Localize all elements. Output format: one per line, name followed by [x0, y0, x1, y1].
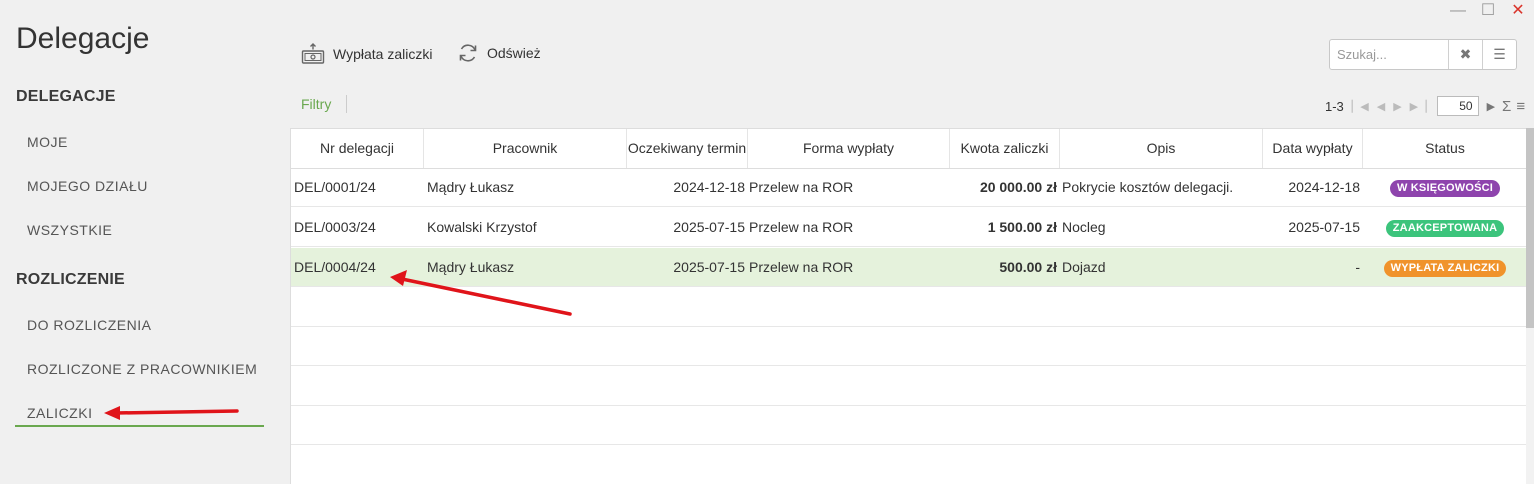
sidebar-item-rozliczone[interactable]: ROZLICZONE Z PRACOWNIKIEM: [27, 361, 257, 377]
sidebar-item-do-rozliczenia[interactable]: DO ROZLICZENIA: [27, 317, 151, 333]
refresh-icon: [459, 44, 477, 62]
cell-term: 2025-07-15: [673, 219, 745, 235]
cell-term: 2025-07-15: [673, 259, 745, 275]
app-title: Delegacje: [16, 22, 150, 55]
cell-employee: Mądry Łukasz: [427, 259, 515, 275]
page-size-input[interactable]: 50: [1436, 96, 1479, 116]
cell-amount: 20 000.00 zł: [979, 179, 1057, 195]
column-header-description[interactable]: Opis: [1060, 129, 1263, 168]
refresh-button[interactable]: Odśwież: [457, 42, 541, 64]
last-page-icon[interactable]: ▶▕: [1410, 100, 1427, 113]
next-page-disabled-icon[interactable]: ▶: [1393, 100, 1401, 113]
sidebar: Delegacje DELEGACJE MOJE MOJEGO DZIAŁU W…: [0, 0, 280, 484]
table-scrollbar[interactable]: [1526, 128, 1534, 484]
cell-description: Pokrycie kosztów delegacji.: [1062, 179, 1234, 195]
sidebar-item-mojego-dzialu[interactable]: MOJEGO DZIAŁU: [27, 178, 148, 194]
page-size-arrow-icon[interactable]: ▶: [1487, 100, 1495, 113]
cell-form: Przelew na ROR: [749, 259, 854, 275]
clear-search-icon[interactable]: ✖: [1448, 40, 1482, 69]
empty-row: [291, 327, 1527, 366]
status-badge: WYPŁATA ZALICZKI: [1383, 259, 1507, 277]
cell-nr: DEL/0003/24: [294, 219, 376, 235]
empty-row: [291, 406, 1527, 445]
money-icon: [301, 43, 325, 64]
empty-row: [291, 367, 1527, 406]
cell-status: ZAAKCEPTOWANA: [1363, 208, 1527, 247]
column-header-nr[interactable]: Nr delegacji: [291, 129, 424, 168]
cell-employee: Mądry Łukasz: [427, 179, 515, 195]
column-header-term[interactable]: Oczekiwany termin: [627, 129, 748, 168]
status-badge: W KSIĘGOWOŚCI: [1389, 179, 1501, 197]
scrollbar-thumb[interactable]: [1526, 128, 1534, 328]
table-row[interactable]: DEL/0003/24 Kowalski Krzystof 2025-07-15…: [291, 208, 1527, 247]
window-controls: — ☐ ✕: [1450, 2, 1526, 20]
minimize-icon[interactable]: —: [1450, 2, 1466, 20]
cell-nr: DEL/0001/24: [294, 179, 376, 195]
column-header-status[interactable]: Status: [1363, 129, 1527, 168]
cell-term: 2024-12-18: [673, 179, 745, 195]
empty-row: [291, 288, 1527, 327]
cell-form: Przelew na ROR: [749, 179, 854, 195]
search-input[interactable]: [1330, 40, 1448, 69]
cell-paid-date: 2024-12-18: [1288, 179, 1360, 195]
close-icon[interactable]: ✕: [1510, 2, 1526, 20]
cell-status: W KSIĘGOWOŚCI: [1363, 168, 1527, 207]
filters-link[interactable]: Filtry: [301, 96, 331, 112]
column-header-form[interactable]: Forma wypłaty: [748, 129, 950, 168]
first-page-icon[interactable]: ▏◀: [1352, 100, 1369, 113]
advances-table: Nr delegacji Pracownik Oczekiwany termin…: [290, 128, 1534, 484]
active-item-underline: [15, 425, 264, 427]
grid-menu-icon[interactable]: ≡: [1516, 98, 1525, 115]
pager-range: 1-3: [1325, 98, 1344, 114]
sidebar-item-moje[interactable]: MOJE: [27, 134, 68, 150]
cell-form: Przelew na ROR: [749, 219, 854, 235]
status-badge: ZAAKCEPTOWANA: [1385, 219, 1505, 237]
refresh-label: Odśwież: [487, 45, 541, 61]
cell-description: Nocleg: [1062, 219, 1106, 235]
table-row-selected[interactable]: DEL/0004/24 Mądry Łukasz 2025-07-15 Prze…: [291, 248, 1527, 287]
cell-amount: 500.00 zł: [999, 259, 1057, 275]
maximize-icon[interactable]: ☐: [1480, 2, 1496, 20]
filters-separator: [346, 95, 347, 113]
cell-amount: 1 500.00 zł: [987, 219, 1057, 235]
payout-advance-label: Wypłata zaliczki: [333, 46, 433, 62]
column-header-paid-date[interactable]: Data wypłaty: [1263, 129, 1363, 168]
cell-employee: Kowalski Krzystof: [427, 219, 537, 235]
cell-description: Dojazd: [1062, 259, 1106, 275]
table-row[interactable]: DEL/0001/24 Mądry Łukasz 2024-12-18 Prze…: [291, 168, 1527, 207]
sidebar-item-zaliczki[interactable]: ZALICZKI: [27, 405, 92, 421]
section-title-delegacje: DELEGACJE: [16, 88, 116, 105]
table-header: Nr delegacji Pracownik Oczekiwany termin…: [291, 129, 1527, 169]
column-header-employee[interactable]: Pracownik: [424, 129, 627, 168]
prev-page-icon[interactable]: ◀: [1377, 100, 1385, 113]
section-title-rozliczenie: ROZLICZENIE: [16, 271, 125, 288]
sidebar-item-wszystkie[interactable]: WSZYSTKIE: [27, 222, 112, 238]
column-header-amount[interactable]: Kwota zaliczki: [950, 129, 1060, 168]
payout-advance-button[interactable]: Wypłata zaliczki: [301, 42, 432, 66]
search-box: ✖ ☰: [1329, 39, 1517, 70]
cell-nr: DEL/0004/24: [294, 259, 376, 275]
sum-icon[interactable]: Σ: [1502, 98, 1511, 115]
cell-paid-date: 2025-07-15: [1288, 219, 1360, 235]
pager: 1-3 ▏◀ ◀ ▶ ▶▕ 50 ▶ Σ ≡: [1325, 96, 1525, 116]
cell-paid-date: -: [1355, 259, 1360, 275]
cell-status: WYPŁATA ZALICZKI: [1363, 248, 1527, 287]
search-menu-icon[interactable]: ☰: [1482, 40, 1516, 69]
